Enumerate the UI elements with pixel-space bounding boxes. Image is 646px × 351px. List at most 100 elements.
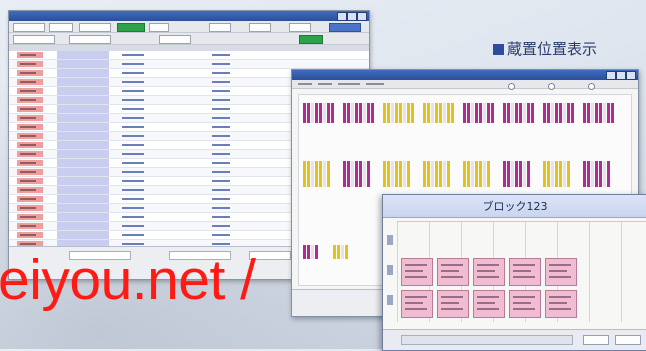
slot <box>407 161 410 187</box>
slot <box>523 103 526 123</box>
minimize-icon[interactable] <box>337 12 347 21</box>
list-item[interactable] <box>9 51 369 60</box>
toolbar-field[interactable] <box>13 35 55 44</box>
block-slot-card[interactable] <box>545 258 577 286</box>
side-tab-icon[interactable] <box>387 265 393 275</box>
block-detail-window: ブロック123 <box>382 194 646 351</box>
slot <box>383 103 386 123</box>
slot <box>487 161 490 187</box>
slot <box>603 161 606 187</box>
slot <box>531 103 534 123</box>
radio-option[interactable] <box>588 83 595 90</box>
slot <box>391 161 394 187</box>
block-slot-card[interactable] <box>545 290 577 318</box>
toolbar-button[interactable] <box>149 23 169 32</box>
row-value <box>209 70 233 76</box>
row-marker <box>17 124 43 130</box>
side-tab-icon[interactable] <box>387 295 393 305</box>
menu-item[interactable] <box>318 83 332 85</box>
slot <box>599 103 602 123</box>
toolbar-field[interactable] <box>69 35 111 44</box>
close-icon[interactable] <box>357 12 367 21</box>
slot <box>327 103 330 123</box>
row-code <box>119 142 147 148</box>
block-slot-card[interactable] <box>401 258 433 286</box>
list-item[interactable] <box>9 60 369 69</box>
filter-field[interactable] <box>289 23 311 32</box>
row-marker <box>17 160 43 166</box>
row-value <box>209 187 233 193</box>
radio-option[interactable] <box>548 83 555 90</box>
block-slot-card[interactable] <box>437 290 469 318</box>
row-code <box>119 97 147 103</box>
slot <box>303 245 306 259</box>
row-marker <box>17 88 43 94</box>
slot <box>431 103 434 123</box>
slot <box>403 103 406 123</box>
minimize-icon[interactable] <box>606 71 616 80</box>
slot <box>587 103 590 123</box>
toolbar-button[interactable] <box>49 23 73 32</box>
execute-button[interactable] <box>329 23 361 32</box>
grid-line <box>621 222 622 322</box>
footer-button[interactable] <box>583 335 609 345</box>
row-band <box>57 132 109 140</box>
slot <box>315 103 318 123</box>
slot <box>487 103 490 123</box>
block-slot-card[interactable] <box>473 258 505 286</box>
slot <box>611 103 614 123</box>
block-slot-card[interactable] <box>437 258 469 286</box>
menu-item[interactable] <box>298 83 312 85</box>
slot <box>479 161 482 187</box>
close-icon[interactable] <box>626 71 636 80</box>
slot <box>603 103 606 123</box>
slot <box>543 161 546 187</box>
slot <box>543 103 546 123</box>
row-marker <box>17 151 43 157</box>
menu-item[interactable] <box>338 83 360 85</box>
maximize-icon[interactable] <box>616 71 626 80</box>
block-slot-card[interactable] <box>473 290 505 318</box>
slot <box>435 161 438 187</box>
block-slot-card[interactable] <box>509 258 541 286</box>
footer-button[interactable] <box>615 335 641 345</box>
radio-option[interactable] <box>508 83 515 90</box>
block-slot-card[interactable] <box>509 290 541 318</box>
filter-field[interactable] <box>209 23 231 32</box>
slot <box>303 161 306 187</box>
toolbar-field[interactable] <box>159 35 191 44</box>
slot <box>483 161 486 187</box>
toolbar-button[interactable] <box>79 23 111 32</box>
slot <box>347 161 350 187</box>
slot <box>383 161 386 187</box>
confirm-button[interactable] <box>299 35 323 44</box>
slot <box>345 245 348 259</box>
toolbar-button[interactable] <box>13 23 45 32</box>
slot <box>547 103 550 123</box>
slot <box>463 161 466 187</box>
filter-field[interactable] <box>249 23 271 32</box>
maximize-icon[interactable] <box>347 12 357 21</box>
row-value <box>209 160 233 166</box>
block-slot-card[interactable] <box>401 290 433 318</box>
slot <box>359 161 362 187</box>
row-code <box>119 106 147 112</box>
view-options <box>508 82 618 90</box>
row-band <box>57 78 109 86</box>
row-marker <box>17 169 43 175</box>
slot <box>447 103 450 123</box>
slot <box>355 161 358 187</box>
slot <box>423 161 426 187</box>
slot <box>395 161 398 187</box>
slot <box>315 245 318 259</box>
row-band <box>57 114 109 122</box>
row-value <box>209 196 233 202</box>
search-button[interactable] <box>117 23 145 32</box>
side-tab-icon[interactable] <box>387 235 393 245</box>
slot <box>567 103 570 123</box>
row-band <box>57 60 109 68</box>
slot <box>547 161 550 187</box>
slot <box>351 103 354 123</box>
menu-item[interactable] <box>366 83 384 85</box>
row-value <box>209 223 233 229</box>
